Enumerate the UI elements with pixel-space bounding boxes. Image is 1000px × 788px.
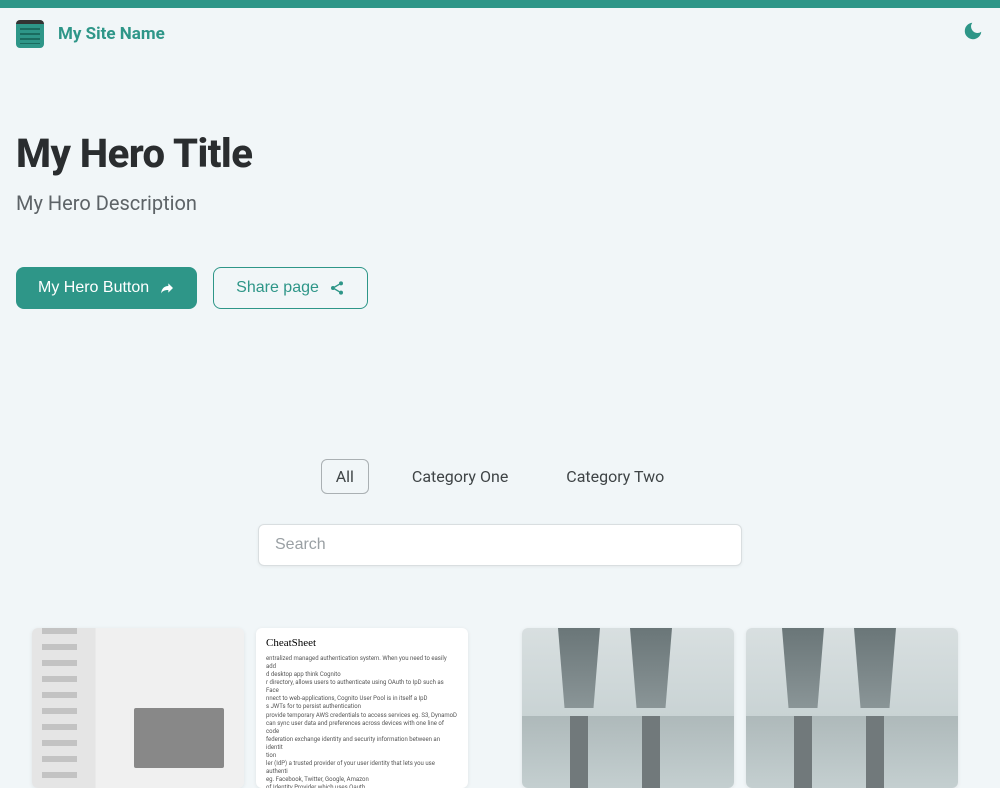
doc-line: provide temporary AWS credentials to acc… [266, 712, 458, 720]
card-grid: CheatSheet entralized managed authentica… [0, 566, 1000, 788]
hero-primary-button[interactable]: My Hero Button [16, 267, 197, 309]
doc-line: s JWTs for to persist authentication [266, 703, 458, 711]
share-nodes-icon [329, 280, 345, 296]
search-wrap [0, 524, 1000, 566]
doc-line: eg. Facebook, Twitter, Google, Amazon [266, 776, 458, 784]
moon-icon [962, 20, 984, 42]
share-page-button-label: Share page [236, 279, 319, 297]
category-tabs: All Category One Category Two [0, 459, 1000, 494]
doc-line: of Identity Provider which uses Oauth [266, 784, 458, 788]
hero-primary-button-label: My Hero Button [38, 279, 149, 297]
doc-line: entralized managed authentication system… [266, 655, 458, 671]
doc-line: can sync user data and preferences acros… [266, 720, 458, 736]
card-gap [480, 628, 510, 788]
card-item[interactable] [746, 628, 958, 788]
brand[interactable]: My Site Name [16, 20, 165, 48]
tab-all[interactable]: All [321, 459, 369, 494]
doc-card-title: CheatSheet [266, 636, 458, 651]
share-page-button[interactable]: Share page [213, 267, 368, 309]
hero-section: My Hero Title My Hero Description My Her… [0, 60, 1000, 309]
tab-category-two[interactable]: Category Two [551, 459, 679, 494]
doc-line: r directory, allows users to authenticat… [266, 679, 458, 695]
site-name: My Site Name [58, 24, 165, 44]
share-arrow-icon [159, 280, 175, 296]
site-logo-icon [16, 20, 44, 48]
top-accent-bar [0, 0, 1000, 8]
doc-line: nnect to web-applications, Cognito User … [266, 695, 458, 703]
hero-description: My Hero Description [16, 191, 984, 215]
hero-title: My Hero Title [16, 130, 984, 177]
header: My Site Name [0, 8, 1000, 60]
card-item[interactable]: CheatSheet entralized managed authentica… [256, 628, 468, 788]
card-item[interactable] [32, 628, 244, 788]
dark-mode-toggle[interactable] [962, 20, 984, 48]
card-item[interactable] [522, 628, 734, 788]
doc-line: ler (IdP) a trusted provider of your use… [266, 760, 458, 776]
hero-actions: My Hero Button Share page [16, 267, 984, 309]
search-input[interactable] [258, 524, 742, 566]
doc-line: d desktop app think Cognito [266, 671, 458, 679]
tab-category-one[interactable]: Category One [397, 459, 523, 494]
doc-line: tion [266, 752, 458, 760]
